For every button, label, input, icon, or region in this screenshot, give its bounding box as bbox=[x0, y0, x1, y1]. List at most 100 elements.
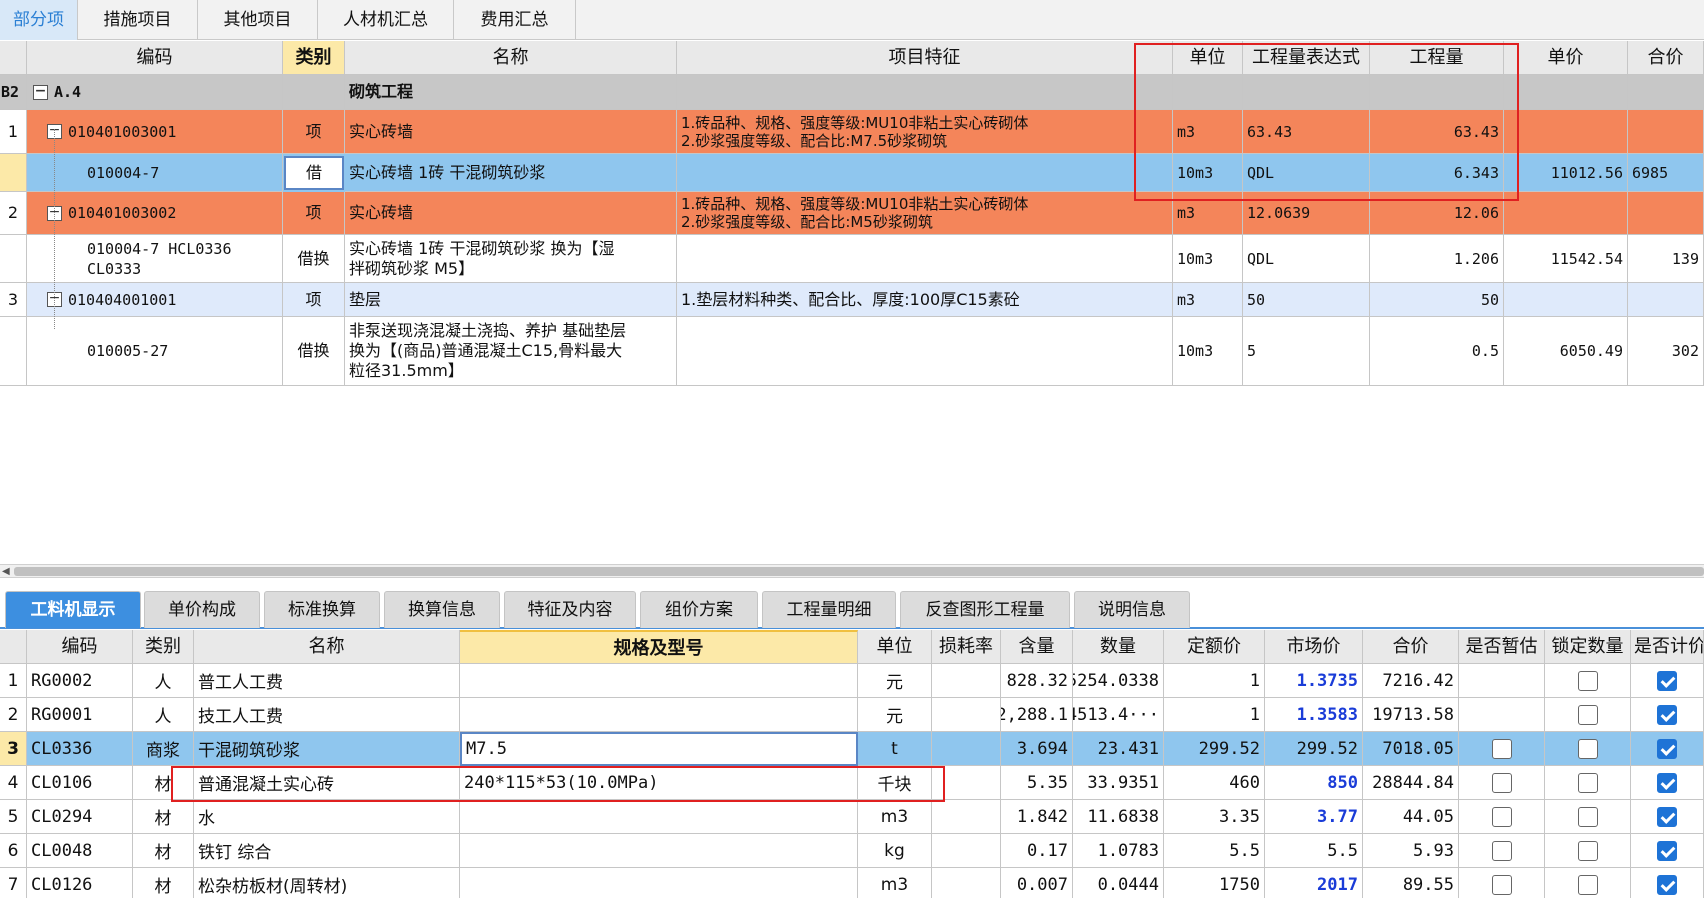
estimated-checkbox[interactable] bbox=[1491, 840, 1512, 861]
table-row-group[interactable]: B2 − A.4 砌筑工程 bbox=[0, 75, 1704, 110]
tab-other-items[interactable]: 其他项目 bbox=[198, 0, 318, 40]
quota-price-cell[interactable]: 1 bbox=[1164, 664, 1265, 698]
market-price-cell[interactable]: 1.3735 bbox=[1265, 664, 1363, 698]
name-cell[interactable]: 实心砖墙 bbox=[345, 110, 677, 154]
estimated-checkbox[interactable] bbox=[1491, 772, 1512, 793]
tab-unit-price-composition[interactable]: 单价构成 bbox=[144, 591, 260, 628]
tab-cost-summary[interactable]: 费用汇总 bbox=[454, 0, 576, 40]
name-cell[interactable]: 铁钉 综合 bbox=[194, 834, 460, 868]
content-cell[interactable]: 828.32 bbox=[1001, 664, 1073, 698]
price-cell[interactable] bbox=[1504, 75, 1628, 110]
header-unit[interactable]: 单位 bbox=[858, 630, 932, 664]
horizontal-scrollbar[interactable]: ◀ bbox=[0, 564, 1704, 578]
type-cell[interactable]: 项 bbox=[283, 192, 345, 235]
estimated-checkbox[interactable] bbox=[1491, 738, 1512, 759]
spec-cell[interactable] bbox=[460, 868, 858, 898]
code-cell[interactable]: − 010401003002 bbox=[27, 192, 283, 235]
header-type[interactable]: 类别 bbox=[133, 630, 194, 664]
market-price-cell[interactable]: 5.5 bbox=[1265, 834, 1363, 868]
code-cell[interactable]: CL0126 bbox=[27, 868, 133, 898]
code-cell[interactable]: − A.4 bbox=[27, 75, 283, 110]
scroll-left-icon[interactable]: ◀ bbox=[2, 565, 10, 578]
feature-cell[interactable]: 1.垫层材料种类、配合比、厚度:100厚C15素砼 bbox=[677, 283, 1173, 317]
table-row[interactable]: 2RG0001人技工人工费 元 2,288.114513.4···11.358319… bbox=[0, 698, 1704, 732]
tab-resource-display[interactable]: 工料机显示 bbox=[5, 591, 141, 628]
unit-cell[interactable]: m3 bbox=[1173, 110, 1243, 154]
header-is-priced[interactable]: 是否计价 bbox=[1631, 630, 1704, 664]
tab-sub-items[interactable]: 部分项 bbox=[0, 0, 78, 40]
type-cell[interactable]: 人 bbox=[133, 664, 194, 698]
unit-cell[interactable]: m3 bbox=[1173, 283, 1243, 317]
expr-cell[interactable]: 12.0639 bbox=[1243, 192, 1370, 235]
tab-measures[interactable]: 措施项目 bbox=[78, 0, 198, 40]
content-cell[interactable]: 2,288.1 bbox=[1001, 698, 1073, 732]
total-cell[interactable]: 139 bbox=[1628, 235, 1704, 283]
header-name[interactable]: 名称 bbox=[194, 630, 460, 664]
expr-cell[interactable]: 5 bbox=[1243, 317, 1370, 386]
loss-rate-cell[interactable] bbox=[932, 664, 1001, 698]
header-total[interactable]: 合价 bbox=[1363, 630, 1459, 664]
name-cell[interactable]: 实心砖墙 1砖 干混砌筑砂浆 bbox=[345, 154, 677, 192]
content-cell[interactable]: 0.17 bbox=[1001, 834, 1073, 868]
priced-checkbox[interactable] bbox=[1657, 840, 1677, 861]
spec-cell[interactable]: M7.5 bbox=[460, 732, 858, 766]
expr-cell[interactable]: 50 bbox=[1243, 283, 1370, 317]
quantity-cell[interactable]: 1.0783 bbox=[1073, 834, 1164, 868]
header-quantity[interactable]: 数量 bbox=[1073, 630, 1164, 664]
expr-cell[interactable]: 63.43 bbox=[1243, 110, 1370, 154]
price-cell[interactable]: 11542.54 bbox=[1504, 235, 1628, 283]
header-code[interactable]: 编码 bbox=[27, 630, 133, 664]
table-row-selected[interactable]: 010004-7 借 实心砖墙 1砖 干混砌筑砂浆 10m3 QDL 6.343… bbox=[0, 154, 1704, 192]
type-cell[interactable]: 人 bbox=[133, 698, 194, 732]
type-cell[interactable]: 项 bbox=[283, 283, 345, 317]
unit-cell[interactable]: kg bbox=[858, 834, 932, 868]
code-cell[interactable]: − 010404001001 bbox=[27, 283, 283, 317]
feature-cell[interactable] bbox=[677, 235, 1173, 283]
total-cell[interactable]: 302 bbox=[1628, 317, 1704, 386]
tab-graphic-quantity[interactable]: 反查图形工程量 bbox=[900, 591, 1070, 628]
name-cell[interactable]: 非泵送现浇混凝土浇捣、养护 基础垫层 换为【(商品)普通混凝土C15,骨料最大 … bbox=[345, 317, 677, 386]
type-cell[interactable]: 材 bbox=[133, 766, 194, 800]
unit-cell[interactable]: 10m3 bbox=[1173, 317, 1243, 386]
name-cell[interactable]: 砌筑工程 bbox=[345, 75, 677, 110]
name-cell[interactable]: 垫层 bbox=[345, 283, 677, 317]
lock-quantity-checkbox[interactable] bbox=[1577, 772, 1598, 793]
name-cell[interactable]: 松杂枋板材(周转材) bbox=[194, 868, 460, 898]
header-total-price[interactable]: 合价 bbox=[1628, 41, 1704, 75]
price-cell[interactable] bbox=[1504, 110, 1628, 154]
spec-cell[interactable] bbox=[460, 664, 858, 698]
unit-cell[interactable]: m3 bbox=[858, 868, 932, 898]
tab-description[interactable]: 说明信息 bbox=[1074, 591, 1190, 628]
type-cell[interactable]: 项 bbox=[283, 110, 345, 154]
lock-quantity-checkbox[interactable] bbox=[1577, 806, 1598, 827]
quota-price-cell[interactable]: 460 bbox=[1164, 766, 1265, 800]
unit-cell[interactable]: m3 bbox=[1173, 192, 1243, 235]
priced-checkbox[interactable] bbox=[1657, 704, 1677, 725]
header-market-price[interactable]: 市场价 bbox=[1265, 630, 1363, 664]
feature-cell[interactable]: 1.砖品种、规格、强度等级:MU10非粘土实心砖砌体 2.砂浆强度等级、配合比:… bbox=[677, 192, 1173, 235]
feature-cell[interactable]: 1.砖品种、规格、强度等级:MU10非粘土实心砖砌体 2.砂浆强度等级、配合比:… bbox=[677, 110, 1173, 154]
total-cell[interactable]: 7216.42 bbox=[1363, 664, 1459, 698]
table-row[interactable]: 5 CL0294 材水 m3 1.842 11.6838 3.35 3.77 44.05 bbox=[0, 800, 1704, 834]
loss-rate-cell[interactable] bbox=[932, 834, 1001, 868]
market-price-cell[interactable]: 299.52 bbox=[1265, 732, 1363, 766]
quantity-cell[interactable]: 14513.4··· bbox=[1073, 698, 1164, 732]
feature-cell[interactable] bbox=[677, 317, 1173, 386]
content-cell[interactable]: 5.35 bbox=[1001, 766, 1073, 800]
tab-quantity-detail[interactable]: 工程量明细 bbox=[762, 591, 896, 628]
name-cell[interactable]: 实心砖墙 1砖 干混砌筑砂浆 换为【湿 拌砌筑砂浆 M5】 bbox=[345, 235, 677, 283]
tab-feature-content[interactable]: 特征及内容 bbox=[504, 591, 636, 628]
total-cell[interactable]: 19713.58 bbox=[1363, 698, 1459, 732]
content-cell[interactable]: 0.007 bbox=[1001, 868, 1073, 898]
total-cell[interactable] bbox=[1628, 75, 1704, 110]
tab-pricing-scheme[interactable]: 组价方案 bbox=[640, 591, 758, 628]
quantity-cell[interactable]: 5254.0338 bbox=[1073, 664, 1164, 698]
content-cell[interactable]: 1.842 bbox=[1001, 800, 1073, 834]
header-name[interactable]: 名称 bbox=[345, 41, 677, 75]
code-cell[interactable]: 010004-7 HCL0336 CL0333 bbox=[27, 235, 283, 283]
quota-price-cell[interactable]: 3.35 bbox=[1164, 800, 1265, 834]
tab-standard-conversion[interactable]: 标准换算 bbox=[264, 591, 380, 628]
table-row[interactable]: 010004-7 HCL0336 CL0333 借换 实心砖墙 1砖 干混砌筑砂… bbox=[0, 235, 1704, 283]
qty-cell[interactable]: 12.06 bbox=[1370, 192, 1504, 235]
total-cell[interactable]: 5.93 bbox=[1363, 834, 1459, 868]
